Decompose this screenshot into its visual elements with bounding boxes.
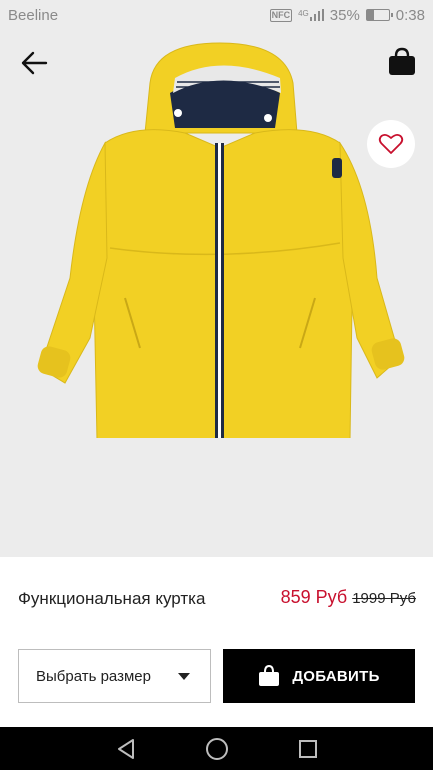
clock: 0:38 [395,6,425,24]
yellow-jacket-image [37,42,405,438]
battery-icon [365,9,393,21]
triangle-back-icon [117,738,134,759]
back-button[interactable] [20,50,50,76]
network-type-label: 4G [298,9,309,18]
system-nav-bar [0,727,433,770]
chevron-down-icon [178,672,190,680]
cart-button[interactable] [387,46,417,78]
product-image-area [0,30,433,557]
nav-home-button[interactable] [197,729,237,769]
status-bar: Beeline NFC 4G 35% 0:38 [0,0,433,30]
add-to-cart-button[interactable]: ДОБАВИТЬ [223,649,415,703]
nfc-icon: NFC [269,8,293,22]
shopping-bag-icon [389,47,415,75]
carrier-label: Beeline [8,6,59,24]
add-to-cart-label: ДОБАВИТЬ [292,667,380,685]
old-price: 1999 Руб [352,590,416,607]
size-select[interactable]: Выбрать размер [18,649,211,703]
arrow-left-icon [21,51,48,75]
favorite-button[interactable] [367,120,415,168]
signal-icon: 4G [298,9,324,21]
product-title: Функциональная куртка [18,589,206,608]
circle-home-icon [205,737,228,760]
battery-percent: 35% [329,6,360,24]
battery-fill [366,10,375,20]
shopping-bag-icon [259,664,280,686]
square-recents-icon [298,739,317,758]
nav-recents-button[interactable] [288,729,328,769]
current-price: 859 Руб [280,587,348,607]
size-select-label: Выбрать размер [36,667,151,685]
price-block: 859 Руб 1999 Руб [281,587,416,608]
heart-outline-icon [378,133,404,154]
status-indicators: NFC 4G 35% 0:38 [269,6,425,24]
nav-back-button[interactable] [106,729,146,769]
product-info-panel: Функциональная куртка 859 Руб 1999 Руб В… [0,557,433,727]
